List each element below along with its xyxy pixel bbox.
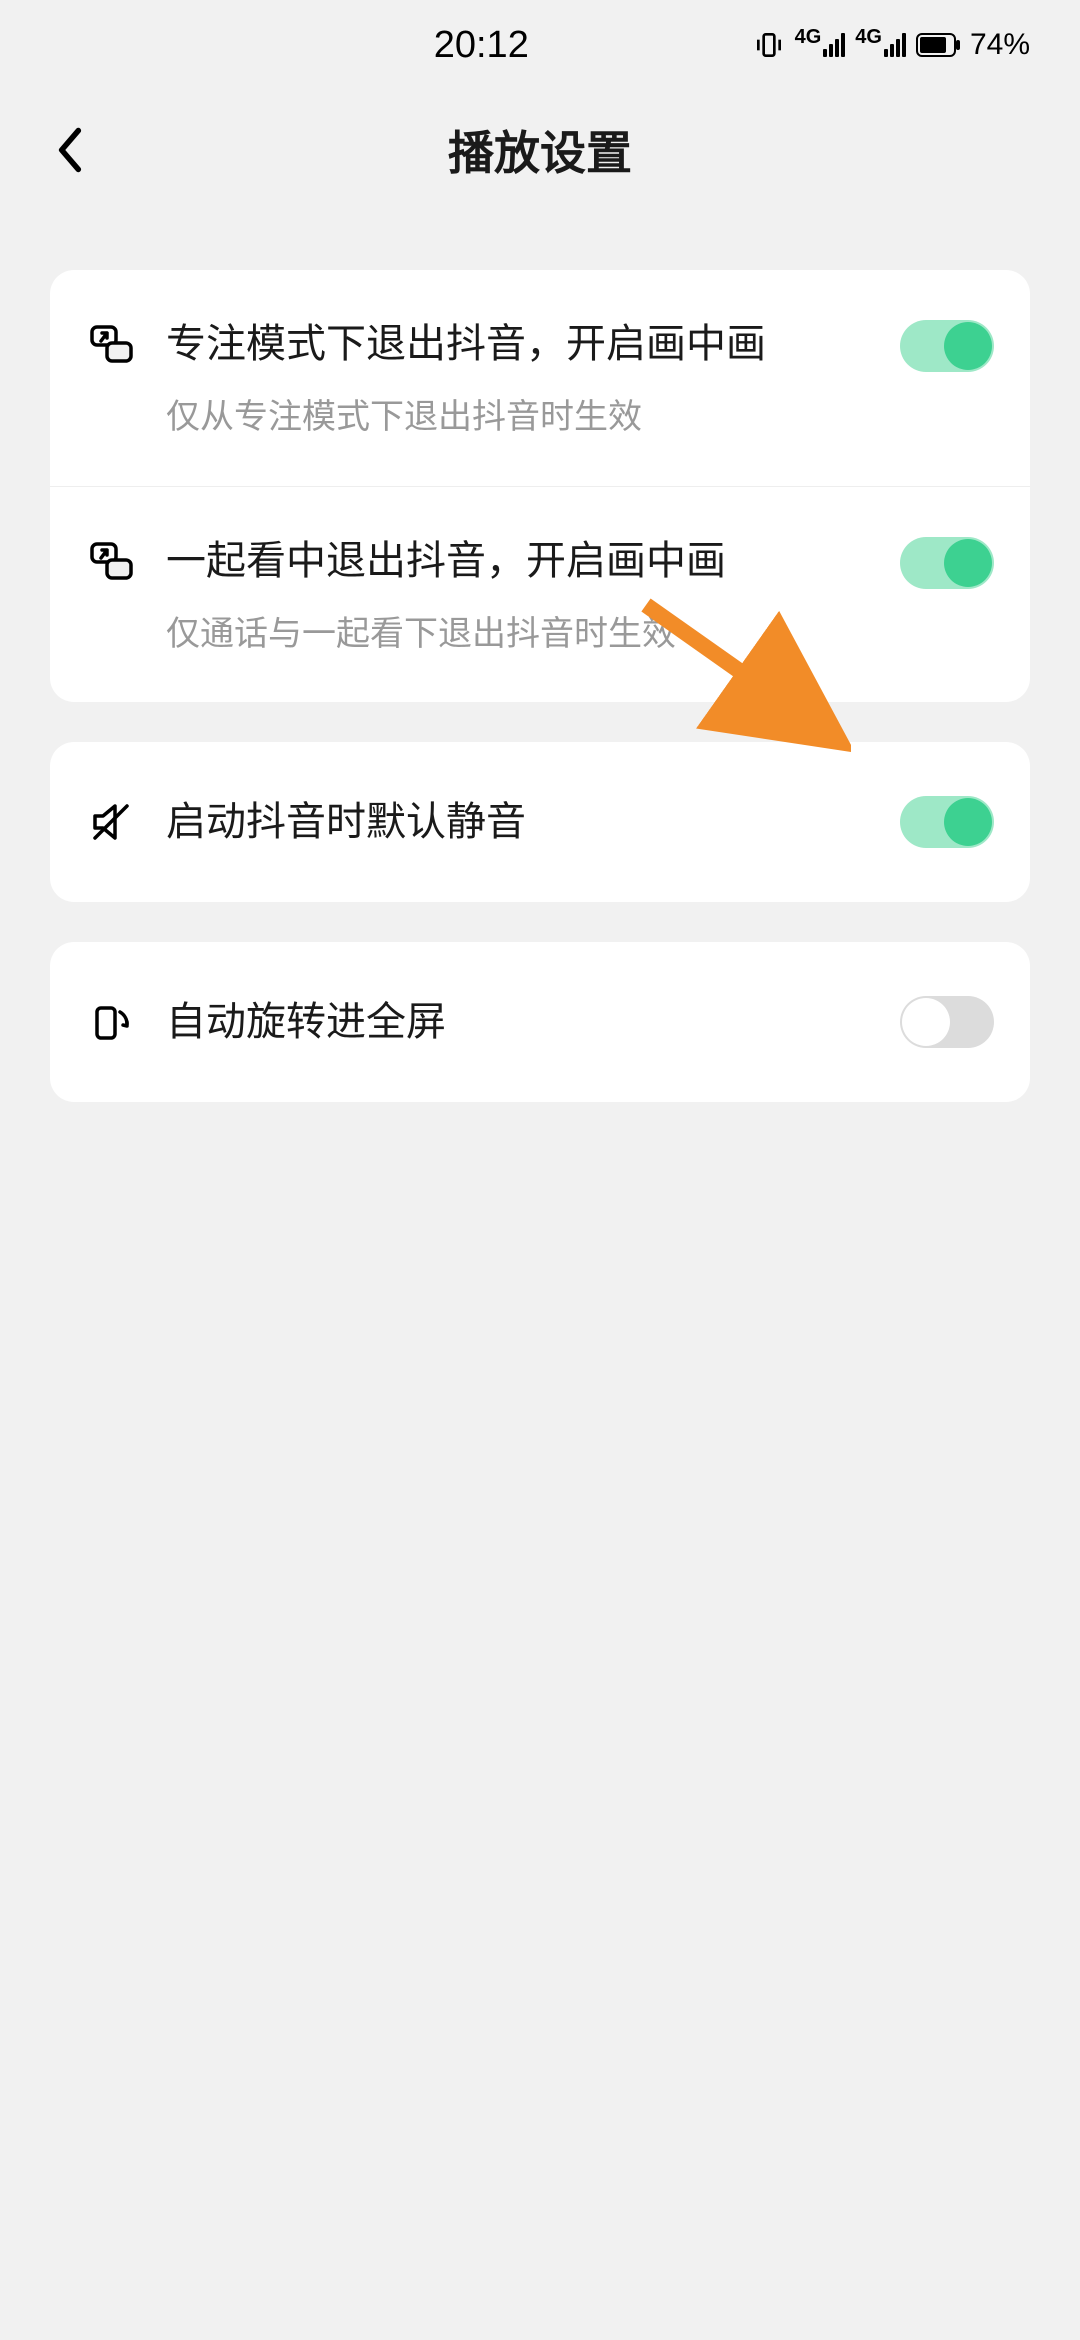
settings-group-2: 启动抖音时默认静音 [50,742,1030,902]
settings-group-1: 专注模式下退出抖音，开启画中画 仅从专注模式下退出抖音时生效 一起看中退出抖音，… [50,270,1030,702]
battery-percent: 74% [970,28,1030,62]
setting-title: 启动抖音时默认静音 [166,792,870,852]
signal-indicator-2: 4G [855,33,906,57]
setting-content: 自动旋转进全屏 [166,992,870,1052]
back-button[interactable] [40,120,100,180]
toggle-auto-rotate[interactable] [900,996,994,1048]
setting-title: 专注模式下退出抖音，开启画中画 [166,314,870,374]
toggle-default-mute[interactable] [900,796,994,848]
setting-subtitle: 仅通话与一起看下退出抖音时生效 [166,611,870,659]
vibrate-icon [753,29,785,61]
setting-auto-rotate: 自动旋转进全屏 [50,942,1030,1102]
setting-title: 一起看中退出抖音，开启画中画 [166,531,870,591]
chevron-left-icon [52,125,88,175]
page-title: 播放设置 [0,117,1080,183]
status-time: 20:12 [210,24,753,67]
signal-bars-icon [884,33,906,57]
toggle-pip-watch-together[interactable] [900,537,994,589]
pip-icon [86,535,136,585]
setting-subtitle: 仅从专注模式下退出抖音时生效 [166,394,870,442]
toggle-pip-focus-mode[interactable] [900,320,994,372]
setting-pip-watch-together: 一起看中退出抖音，开启画中画 仅通话与一起看下退出抖音时生效 [50,487,1030,703]
signal-indicator-1: 4G [795,33,846,57]
battery-icon [916,33,960,57]
rotate-icon [86,997,136,1047]
setting-content: 启动抖音时默认静音 [166,792,870,852]
app-header: 播放设置 [0,90,1080,210]
status-right: 4G 4G 74% [753,28,1030,62]
mute-icon [86,797,136,847]
signal-bars-icon [823,33,845,57]
setting-content: 一起看中退出抖音，开启画中画 仅通话与一起看下退出抖音时生效 [166,531,870,659]
pip-icon [86,318,136,368]
status-bar: 20:12 4G 4G 74% [0,0,1080,90]
setting-title: 自动旋转进全屏 [166,992,870,1052]
settings-group-3: 自动旋转进全屏 [50,942,1030,1102]
setting-default-mute: 启动抖音时默认静音 [50,742,1030,902]
setting-pip-focus-mode: 专注模式下退出抖音，开启画中画 仅从专注模式下退出抖音时生效 [50,270,1030,487]
setting-content: 专注模式下退出抖音，开启画中画 仅从专注模式下退出抖音时生效 [166,314,870,442]
settings-content: 专注模式下退出抖音，开启画中画 仅从专注模式下退出抖音时生效 一起看中退出抖音，… [0,210,1080,1102]
